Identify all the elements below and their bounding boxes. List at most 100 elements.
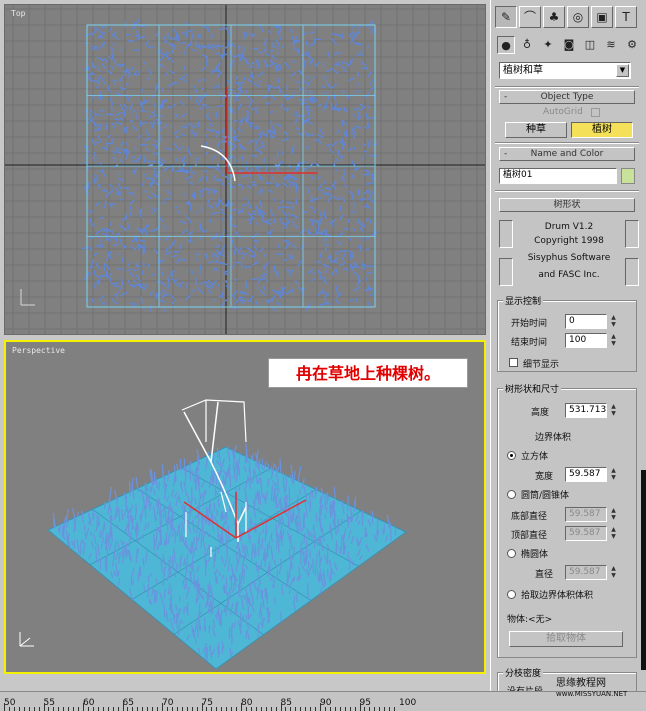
grass-blade bbox=[146, 77, 151, 80]
grass-blade bbox=[165, 532, 168, 546]
grass-blade bbox=[101, 63, 107, 70]
timeline-tick bbox=[300, 707, 302, 711]
grass-blade bbox=[370, 19, 375, 26]
grass-blade bbox=[345, 129, 348, 137]
object-none-label: 物体:<无> bbox=[507, 615, 553, 625]
tree-button[interactable]: 植树 bbox=[571, 122, 633, 138]
object-type-rollout-header[interactable]: - Object Type bbox=[499, 90, 635, 104]
motion-tab-icon[interactable]: ◎ bbox=[567, 6, 589, 28]
bottom-radius-spinner[interactable]: ▲ ▼ bbox=[609, 507, 618, 522]
top-viewport-canvas[interactable] bbox=[5, 5, 485, 334]
perspective-viewport-label[interactable]: Perspective bbox=[12, 346, 65, 355]
grass-blade bbox=[204, 552, 207, 564]
grass-blade bbox=[218, 450, 221, 459]
name-color-rollout-header[interactable]: - Name and Color bbox=[499, 147, 635, 161]
timeline-tick bbox=[68, 707, 70, 711]
grass-blade bbox=[208, 43, 211, 49]
utilities-tab-icon[interactable]: T bbox=[615, 6, 637, 28]
grass-blade bbox=[164, 234, 171, 242]
geometry-icon[interactable]: ● bbox=[497, 36, 515, 54]
grass-button[interactable]: 种草 bbox=[505, 122, 567, 138]
perspective-viewport[interactable]: Perspective 冉在草地上种棵树。 bbox=[4, 340, 486, 674]
grass-blade bbox=[204, 280, 210, 286]
grass-blade bbox=[276, 150, 279, 159]
grass-blade bbox=[139, 154, 142, 161]
modify-tab-icon[interactable]: ⌒ bbox=[519, 6, 541, 28]
detail-display-checkbox[interactable] bbox=[509, 358, 518, 367]
grass-blade bbox=[205, 115, 212, 122]
hierarchy-tab-icon[interactable]: ♣ bbox=[543, 6, 565, 28]
grass-blade bbox=[195, 95, 200, 103]
grass-blade bbox=[261, 215, 264, 221]
grass-blade bbox=[362, 263, 367, 268]
timeline-ruler[interactable]: 50 55 60 65 70 75 80 85 90 95 100 bbox=[0, 691, 646, 711]
display-tab-icon[interactable]: ▣ bbox=[591, 6, 613, 28]
grass-blade bbox=[227, 39, 230, 46]
grass-blade bbox=[229, 208, 237, 212]
bottom-radius-field[interactable]: 59.587 bbox=[565, 507, 607, 522]
grass-blade bbox=[342, 69, 347, 73]
width-field[interactable]: 59.587 bbox=[565, 467, 607, 482]
grass-blade bbox=[354, 297, 359, 303]
top-radius-spinner[interactable]: ▲ ▼ bbox=[609, 526, 618, 541]
start-time-spinner[interactable]: ▲ ▼ bbox=[609, 314, 618, 329]
start-time-field[interactable]: 0 bbox=[565, 314, 607, 329]
timeline-tick bbox=[73, 707, 75, 711]
grass-blade bbox=[354, 107, 360, 111]
timeline-tick bbox=[23, 707, 25, 711]
pick-bounding-radio[interactable] bbox=[507, 590, 516, 599]
grass-blade bbox=[356, 53, 365, 56]
timeline-tick bbox=[186, 707, 188, 711]
grass-blade bbox=[217, 606, 220, 615]
spacewarps-icon[interactable]: ≋ bbox=[602, 36, 620, 54]
top-viewport[interactable]: Top bbox=[4, 4, 486, 335]
grass-blade bbox=[365, 276, 368, 281]
height-spinner[interactable]: ▲ ▼ bbox=[609, 403, 618, 418]
lights-icon[interactable]: ✦ bbox=[539, 36, 557, 54]
grass-blade bbox=[127, 279, 131, 285]
height-field[interactable]: 531.713 bbox=[565, 403, 607, 418]
timeline-tick bbox=[201, 703, 203, 711]
width-spinner[interactable]: ▲ ▼ bbox=[609, 467, 618, 482]
create-tab-icon[interactable]: ✎ bbox=[495, 6, 517, 28]
grass-blade bbox=[221, 156, 224, 160]
end-time-spinner[interactable]: ▲ ▼ bbox=[609, 333, 618, 348]
perspective-viewport-canvas[interactable] bbox=[6, 342, 484, 672]
grass-blade bbox=[109, 97, 113, 103]
tree-shape-rollout-header[interactable]: 树形状 bbox=[499, 198, 635, 212]
object-name-field[interactable]: 植树01 bbox=[499, 168, 617, 184]
cube-radio[interactable] bbox=[507, 451, 516, 460]
grass-blade bbox=[146, 263, 151, 268]
grass-blade bbox=[333, 51, 341, 56]
grass-blade bbox=[286, 269, 294, 272]
grass-blade bbox=[258, 505, 261, 514]
command-panel-scrollbar[interactable] bbox=[641, 470, 646, 670]
helpers-icon[interactable]: ◫ bbox=[581, 36, 599, 54]
grass-blade bbox=[114, 234, 118, 242]
grass-blade bbox=[217, 82, 221, 88]
pick-object-button[interactable]: 拾取物体 bbox=[509, 631, 623, 647]
grass-blade bbox=[242, 543, 244, 554]
grass-blade bbox=[94, 156, 97, 162]
diameter-spinner[interactable]: ▲ ▼ bbox=[609, 565, 618, 580]
cameras-icon[interactable]: ◙ bbox=[560, 36, 578, 54]
sphere-radio[interactable] bbox=[507, 549, 516, 558]
systems-icon[interactable]: ⚙ bbox=[623, 36, 641, 54]
top-viewport-label[interactable]: Top bbox=[11, 9, 25, 18]
shapes-icon[interactable]: ♁ bbox=[518, 36, 536, 54]
grass-blade bbox=[129, 205, 132, 210]
object-color-swatch[interactable] bbox=[621, 168, 635, 184]
end-time-field[interactable]: 100 bbox=[565, 333, 607, 348]
grass-blade bbox=[250, 548, 253, 562]
chevron-down-icon[interactable]: ▼ bbox=[616, 64, 629, 77]
autogrid-checkbox[interactable] bbox=[591, 108, 600, 117]
top-radius-field[interactable]: 59.587 bbox=[565, 526, 607, 541]
grass-blade bbox=[247, 265, 251, 268]
cone-radio[interactable] bbox=[507, 490, 516, 499]
grass-blade bbox=[211, 155, 216, 161]
grass-blade bbox=[182, 156, 186, 162]
grass-blade bbox=[356, 71, 360, 77]
grass-blade bbox=[174, 206, 179, 209]
category-dropdown[interactable]: 植树和草 ▼ bbox=[499, 62, 631, 79]
diameter-field[interactable]: 59.587 bbox=[565, 565, 607, 580]
